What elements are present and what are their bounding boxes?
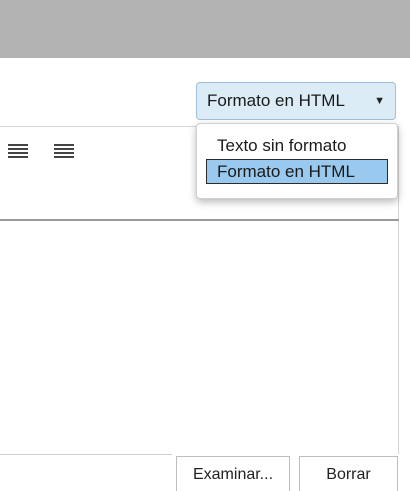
file-path-field[interactable] xyxy=(0,454,172,455)
caret-down-icon: ▼ xyxy=(374,95,385,107)
editor-border-right xyxy=(398,126,399,454)
format-select[interactable]: Formato en HTML ▼ xyxy=(196,82,396,120)
align-justify-icon[interactable] xyxy=(8,144,28,158)
align-full-icon[interactable] xyxy=(54,144,74,158)
format-option-plain-text[interactable]: Texto sin formato xyxy=(206,134,388,159)
format-option-html[interactable]: Formato en HTML xyxy=(206,159,388,184)
format-dropdown-menu: Texto sin formato Formato en HTML xyxy=(196,123,398,199)
top-bar xyxy=(0,0,410,58)
clear-button[interactable]: Borrar xyxy=(299,456,398,491)
editor-text-area[interactable] xyxy=(0,221,398,454)
browse-button[interactable]: Examinar... xyxy=(176,456,290,491)
format-select-label: Formato en HTML xyxy=(207,91,345,110)
